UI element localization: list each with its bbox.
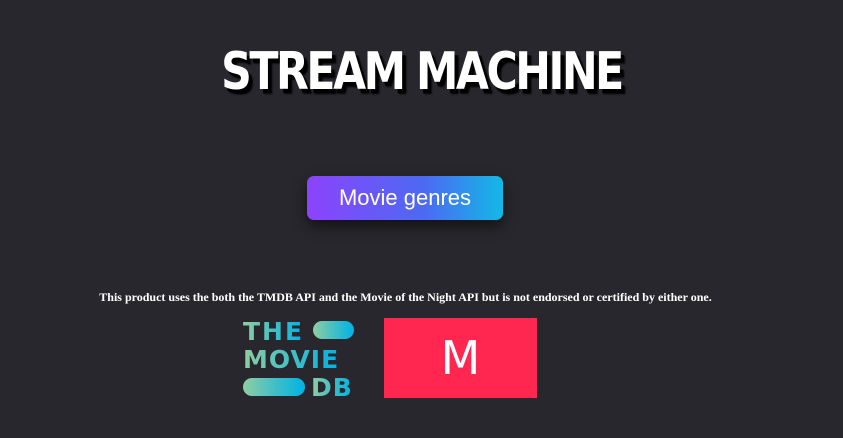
tmdb-logo: THE MOVIE DB <box>243 318 354 400</box>
movie-of-the-night-logo: M <box>384 318 537 398</box>
motn-logo-letter: M <box>440 331 481 385</box>
tmdb-logo-line1: THE <box>243 318 304 346</box>
tmdb-logo-line2: MOVIE <box>243 345 339 374</box>
app-title: STREAM MACHINE <box>221 42 624 102</box>
page: STREAM MACHINE Movie genres This product… <box>0 0 843 438</box>
tmdb-pill-top <box>313 321 354 339</box>
tmdb-logo-line3: DB <box>311 373 353 400</box>
tmdb-pill-bottom <box>243 378 305 396</box>
movie-genres-button[interactable]: Movie genres <box>307 176 503 220</box>
api-disclaimer: This product uses the both the TMDB API … <box>99 290 712 304</box>
